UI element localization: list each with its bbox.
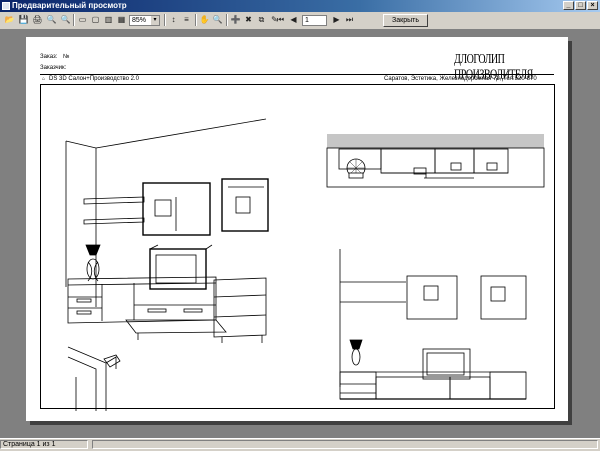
status-bar: Страница 1 из 1 bbox=[0, 438, 600, 451]
preview-area[interactable]: Заказ: № Заказчик: ДЛОГОЛИП ПРОИЗВОДИТЕЛ… bbox=[0, 30, 600, 438]
hand-icon[interactable]: ✋ bbox=[198, 14, 211, 26]
toolbar-separator bbox=[73, 14, 75, 26]
app-icon bbox=[2, 2, 10, 10]
zoom-icon[interactable]: 🔍 bbox=[211, 14, 224, 26]
print-icon[interactable]: 🖨 bbox=[31, 14, 44, 26]
pointer-icon[interactable]: ↕ bbox=[167, 14, 180, 26]
save-icon[interactable]: 💾 bbox=[17, 14, 30, 26]
toolbar-separator bbox=[226, 14, 228, 26]
find-next-icon[interactable]: 🔍 bbox=[59, 14, 72, 26]
chevron-down-icon[interactable]: ▾ bbox=[151, 16, 159, 25]
whole-page-icon[interactable]: ▢ bbox=[89, 14, 102, 26]
open-icon[interactable]: 📂 bbox=[3, 14, 16, 26]
status-panel-empty bbox=[92, 440, 598, 449]
outline-icon[interactable]: ≡ bbox=[180, 14, 193, 26]
last-page-icon[interactable]: ⏭ bbox=[343, 14, 356, 26]
two-pages-icon[interactable]: ▥ bbox=[102, 14, 115, 26]
zoom-select[interactable]: 85% ▾ bbox=[129, 15, 160, 26]
title-bar: Предварительный просмотр _ □ × bbox=[0, 0, 600, 12]
add-page-icon[interactable]: ➕ bbox=[229, 14, 242, 26]
close-window-button[interactable]: × bbox=[587, 1, 598, 10]
page-number-field[interactable]: 1 bbox=[302, 15, 327, 26]
minimize-button[interactable]: _ bbox=[563, 1, 574, 10]
report-page: Заказ: № Заказчик: ДЛОГОЛИП ПРОИЗВОДИТЕЛ… bbox=[26, 37, 568, 421]
next-page-icon[interactable]: ▶ bbox=[330, 14, 343, 26]
zoom-value: 85% bbox=[132, 17, 147, 24]
furniture-perspective-drawing bbox=[65, 118, 545, 411]
page-count-status: Страница 1 из 1 bbox=[0, 440, 88, 449]
copy-icon[interactable]: ⧉ bbox=[255, 14, 268, 26]
four-pages-icon[interactable]: ▦ bbox=[115, 14, 128, 26]
close-button[interactable]: Закрыть bbox=[383, 14, 428, 27]
prev-page-icon[interactable]: ◀ bbox=[287, 14, 300, 26]
delete-page-icon[interactable]: ✖ bbox=[242, 14, 255, 26]
find-icon[interactable]: 🔍 bbox=[45, 14, 58, 26]
window-title: Предварительный просмотр bbox=[12, 1, 127, 10]
toolbar: 📂 💾 🖨 🔍 🔍 ▭ ▢ ▥ ▦ 85% ▾ ↕ ≡ ✋ 🔍 ➕ ✖ ⧉ ✎ … bbox=[0, 12, 600, 30]
toolbar-separator bbox=[195, 14, 197, 26]
toolbar-separator bbox=[164, 14, 166, 26]
first-page-icon[interactable]: ⏮ bbox=[274, 14, 287, 26]
maximize-button[interactable]: □ bbox=[575, 1, 586, 10]
page-width-icon[interactable]: ▭ bbox=[76, 14, 89, 26]
